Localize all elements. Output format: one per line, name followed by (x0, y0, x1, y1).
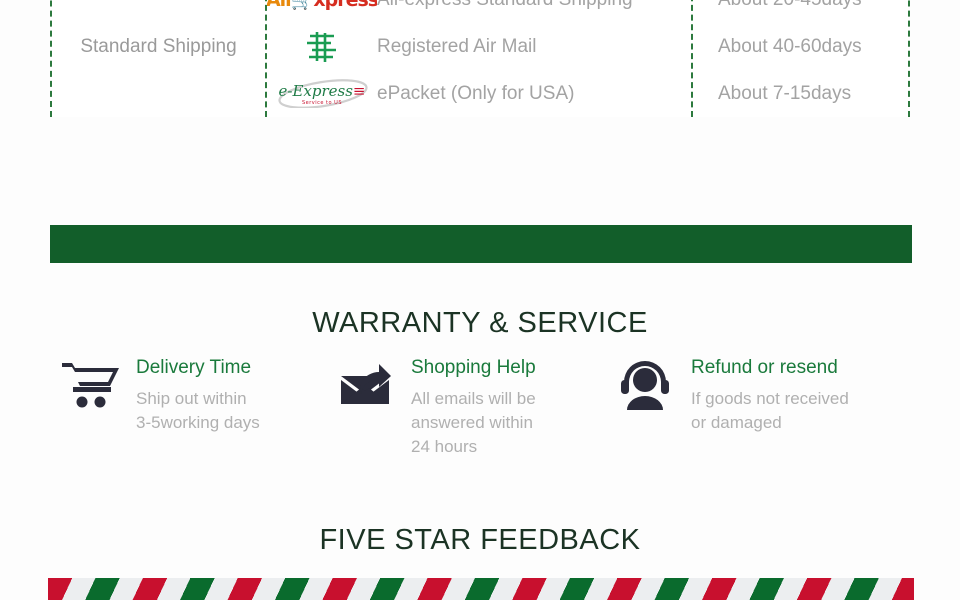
table-row: Standard Shipping Ali🛒xpress Ali-express… (52, 0, 908, 117)
warranty-heading: Refund or resend (691, 357, 838, 378)
aliexpress-logo: Ali🛒xpress (267, 0, 377, 20)
warranty-heading: Delivery Time (136, 357, 252, 378)
shipping-method-label: ePacket (Only for USA) (377, 82, 575, 104)
shipping-method-label: Registered Air Mail (377, 35, 537, 57)
warranty-items-row: Delivery Time Ship out within 3-5working … (60, 357, 940, 459)
epacket-logo: e-Express≡ Service to US (267, 74, 377, 114)
shipping-category-label: Standard Shipping (52, 0, 267, 117)
warranty-item-refund-resend: Refund or resend If goods not received or… (615, 357, 915, 459)
aliexpress-cart-icon: 🛒 (290, 0, 315, 11)
list-item: e-Express≡ Service to US ePacket (Only f… (267, 70, 691, 117)
delivery-time-value: About 7-15days (718, 82, 852, 104)
epacket-logo-tagline: Service to US (301, 99, 342, 106)
shipping-methods-table: Expedited Shipping aramex delivery unlim… (50, 0, 910, 117)
list-item: Ali🛒xpress Ali-express Standard Shipping (267, 0, 691, 23)
warranty-body: Ship out within 3-5working days (136, 388, 260, 433)
page-title-warranty: WARRANTY & SERVICE (312, 307, 648, 339)
warranty-body: If goods not received or damaged (691, 388, 849, 433)
warranty-item-delivery-time: Delivery Time Ship out within 3-5working … (60, 357, 335, 459)
china-post-emblem-icon (307, 31, 336, 62)
warranty-body: All emails will be answered within 24 hour… (411, 388, 536, 457)
envelope-send-icon (335, 358, 397, 415)
epacket-logo-text: e-Express (278, 81, 353, 100)
delivery-time-value: About 20-45days (693, 0, 908, 23)
striped-decorative-banner (48, 578, 914, 600)
warranty-item-shopping-help: Shopping Help All emails will be answered… (335, 357, 615, 459)
aliexpress-logo-ali: Ali (267, 0, 292, 11)
warranty-heading: Shopping Help (411, 357, 536, 378)
headset-support-icon (615, 358, 677, 415)
green-divider-bar (50, 225, 912, 263)
delivery-time-value: About 40-60days (718, 35, 862, 57)
shopping-cart-icon (60, 358, 122, 415)
shipping-method-label: Ali-express Standard Shipping (377, 0, 633, 11)
shipping-methods-cell: Ali🛒xpress Ali-express Standard Shipping (267, 0, 693, 117)
list-item: Registered Air Mail (267, 23, 691, 70)
delivery-times-cell: About 20-45days About 40-60days About 7-… (693, 0, 908, 117)
aliexpress-logo-xpress: xpress (313, 0, 377, 11)
china-post-logo (267, 27, 377, 67)
page-title-feedback: FIVE STAR FEEDBACK (319, 524, 641, 556)
